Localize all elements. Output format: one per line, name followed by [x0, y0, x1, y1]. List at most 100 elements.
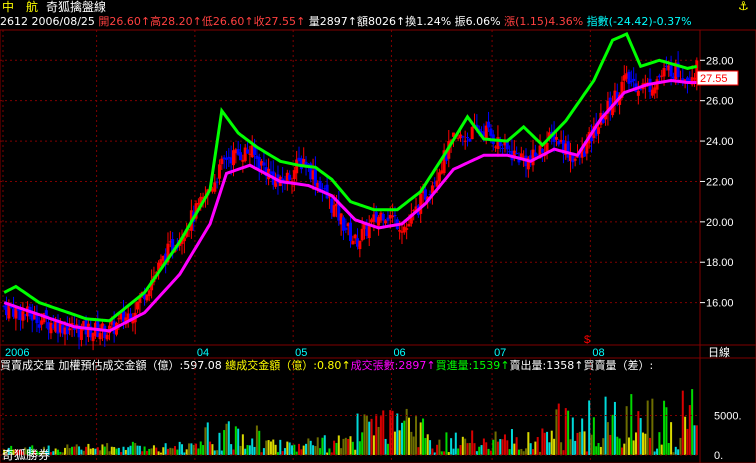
volume-bar — [164, 443, 167, 455]
volume-bar — [258, 430, 261, 455]
volume-bar — [166, 448, 169, 455]
volume-bar — [522, 451, 525, 455]
volume-bar — [386, 443, 389, 455]
volume-bar — [323, 435, 326, 455]
volume-bar — [276, 452, 279, 455]
candle-body — [531, 149, 535, 166]
volume-bar — [356, 413, 359, 455]
volume-bar — [688, 405, 691, 455]
candle-body — [501, 147, 505, 149]
volume-bar — [56, 449, 59, 455]
date-label: 07 — [494, 347, 506, 359]
candle-body — [353, 234, 357, 239]
volume-bar — [316, 437, 319, 455]
volume-bar — [185, 449, 188, 455]
price-tick-label: 26.00 — [706, 96, 734, 108]
candle-body — [384, 220, 388, 224]
candle-body — [360, 228, 364, 241]
candle-body — [344, 227, 348, 230]
price-axis: 28.00 26.00 24.00 22.00 20.00 18.00 16.00 — [700, 55, 734, 310]
volume-bar — [117, 447, 120, 455]
candle-body — [358, 240, 362, 250]
volume-bar — [639, 418, 642, 455]
volume-bar — [319, 448, 322, 455]
volume-bar — [145, 450, 148, 455]
volume-bar — [440, 451, 443, 455]
volume-bar — [113, 447, 116, 455]
volume-bar — [150, 448, 153, 455]
volume-bar — [290, 445, 293, 455]
volume-bar — [255, 425, 258, 455]
volume-bar — [351, 441, 354, 455]
volume-bar — [87, 443, 90, 455]
volume-bar — [436, 444, 439, 455]
volume-bar — [684, 416, 687, 455]
volume-bar — [80, 449, 83, 455]
volume-bar — [176, 449, 179, 455]
volume-bar — [197, 448, 200, 455]
volume-bar — [347, 438, 350, 455]
volume-bar — [188, 443, 191, 455]
volume-bar — [75, 444, 78, 455]
volume-bar — [192, 444, 195, 455]
volume-bar — [438, 439, 441, 455]
volume-bar — [485, 442, 488, 455]
volume-bar — [592, 417, 595, 455]
candle-body — [463, 140, 467, 142]
volume-bar — [499, 439, 502, 455]
volume-bar — [241, 434, 244, 455]
volume-bar — [450, 438, 453, 455]
volume-tick-label: 5000. — [714, 411, 742, 423]
volume-bar — [567, 410, 570, 455]
volume-bar — [199, 441, 202, 455]
volume-bar — [358, 441, 361, 455]
volume-bar — [454, 432, 457, 455]
price-tick-label: 22.00 — [706, 176, 734, 188]
volume-bar — [131, 441, 134, 455]
volume-bar — [82, 450, 85, 455]
volume-bar — [68, 448, 71, 455]
volume-bar — [532, 449, 535, 455]
volume-bar — [611, 414, 614, 455]
candle-body — [393, 214, 397, 217]
volume-bar — [625, 406, 628, 455]
volume-bar — [108, 451, 111, 455]
date-label: 06 — [393, 347, 405, 359]
volume-bar — [96, 447, 99, 455]
volume-bar — [627, 437, 630, 455]
volume-bar — [389, 410, 392, 455]
ma-slow-line — [3, 78, 697, 333]
volume-bar — [630, 394, 633, 455]
volume-bar — [651, 398, 654, 455]
volume-bar — [295, 451, 298, 455]
volume-bar — [213, 450, 216, 455]
volume-bar — [663, 400, 666, 455]
candle-body — [597, 127, 601, 134]
volume-bar — [574, 440, 577, 455]
volume-bar — [195, 443, 198, 455]
volume-bar — [148, 448, 151, 455]
volume-bar — [239, 445, 242, 455]
volume-bar — [686, 428, 689, 455]
candle-body — [398, 230, 402, 232]
volume-bar — [496, 441, 499, 455]
volume-bar — [634, 432, 637, 455]
volume-bar — [489, 450, 492, 455]
stock-chart[interactable]: 28.00 26.00 24.00 22.00 20.00 18.00 16.00 2006… — [0, 0, 756, 463]
date-label: 2006 — [5, 347, 29, 359]
volume-bar — [251, 438, 254, 455]
volume-bar — [274, 444, 277, 455]
candle-body — [37, 324, 41, 328]
volume-bar — [398, 430, 401, 455]
candle-body — [573, 158, 577, 161]
candle-body — [515, 153, 519, 155]
candle-body — [147, 290, 151, 297]
volume-bar — [457, 448, 460, 455]
volume-bar — [576, 432, 579, 455]
volume-bar — [349, 436, 352, 455]
volume-bar — [408, 417, 411, 455]
volume-bar — [202, 445, 205, 455]
volume-bar — [375, 414, 378, 455]
volume-bar — [553, 438, 556, 455]
volume-bar — [525, 448, 528, 455]
